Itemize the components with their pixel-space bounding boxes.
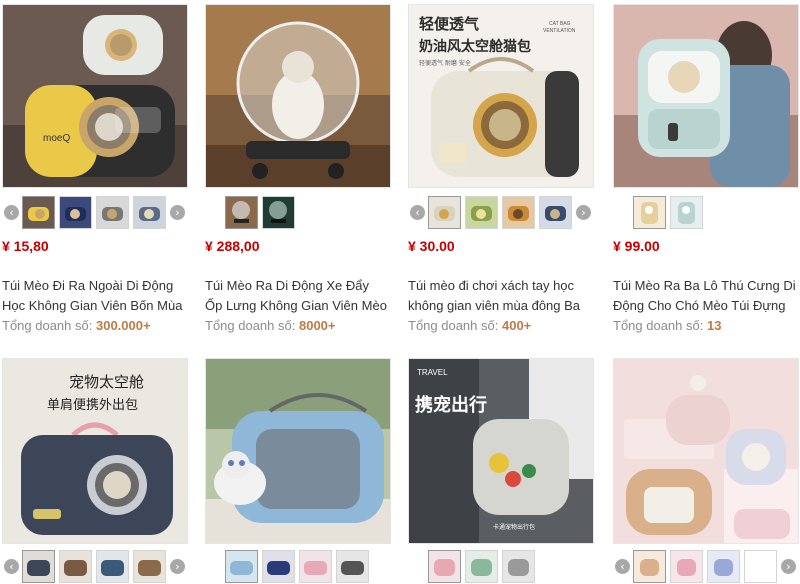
sales-label: Tổng doanh số: [205,318,296,333]
sales-value: 8000+ [298,318,336,333]
thumbnail[interactable] [707,550,740,583]
sales-value: 13 [706,318,722,333]
photo-tag: CAT BAG [549,21,571,27]
thumbnail[interactable] [670,550,703,583]
thumbnail[interactable] [428,196,461,229]
sales-count: Tổng doanh số: 300.000+ [2,318,151,333]
product-price: ¥ 15,80 [2,238,49,254]
sales-value: 400+ [501,318,532,333]
product-image[interactable]: moeQ [2,4,188,188]
product-title[interactable]: Túi Mèo Ra Di Động Xe Đẩy Ốp Lưng Không … [205,276,389,316]
photo-headline: 轻便透气 [419,15,479,33]
arrow-left-icon[interactable]: ‹ [615,559,630,574]
sales-label: Tổng doanh số: [408,318,499,333]
thumbnail[interactable] [133,196,166,229]
thumbnail[interactable] [744,550,777,583]
thumbnail-carousel [613,196,800,230]
arrow-right-icon[interactable]: › [781,559,796,574]
arrow-left-icon[interactable]: ‹ [4,205,19,220]
thumbnail[interactable] [502,550,535,583]
sales-count: Tổng doanh số: 8000+ [205,318,336,333]
thumbnail[interactable] [96,196,129,229]
product-image[interactable] [205,358,391,544]
photo-headline: 宠物太空舱 [69,373,144,391]
thumbnail[interactable] [299,550,332,583]
photo-caption: 轻便透气 耐磨 安全 [419,59,471,67]
thumbnail-carousel [205,550,393,584]
thumbnail[interactable] [22,196,55,229]
product-price: ¥ 288,00 [205,238,260,254]
thumbnail[interactable] [133,550,166,583]
arrow-right-icon[interactable]: › [576,205,591,220]
thumbnail[interactable] [465,550,498,583]
product-image[interactable]: TRAVEL 携宠出行 卡通宠物出行包 [408,358,594,544]
thumbnail[interactable] [225,550,258,583]
photo-headline: 携宠出行 [415,394,487,416]
thumbnail[interactable] [262,196,295,229]
product-image[interactable]: 宠物太空舱 单肩便携外出包 [2,358,188,544]
photo-tag: TRAVEL [417,368,448,377]
sales-value: 300.000+ [95,318,151,333]
thumbnail[interactable] [502,196,535,229]
photo-logo-text: moeQ [43,133,70,144]
sales-count: Tổng doanh số: 13 [613,318,721,333]
arrow-right-icon[interactable]: › [170,559,185,574]
thumbnail[interactable] [670,196,703,229]
product-title[interactable]: Túi Mèo Đi Ra Ngoài Di Động Học Không Gi… [2,276,186,316]
product-image[interactable] [613,4,799,188]
arrow-left-icon[interactable]: ‹ [4,559,19,574]
thumbnail[interactable] [633,550,666,583]
product-price: ¥ 30.00 [408,238,455,254]
arrow-right-icon[interactable]: › [170,205,185,220]
thumbnail[interactable] [336,550,369,583]
product-price: ¥ 99.00 [613,238,660,254]
photo-tag: VENTILATION [543,28,576,34]
thumbnail[interactable] [59,196,92,229]
arrow-left-icon[interactable]: ‹ [410,205,425,220]
sales-label: Tổng doanh số: [2,318,93,333]
product-title[interactable]: Túi Mèo Ra Ba Lô Thú Cưng Di Động Cho Ch… [613,276,797,316]
thumbnail[interactable] [225,196,258,229]
thumbnail[interactable] [59,550,92,583]
thumbnail[interactable] [428,550,461,583]
thumbnail[interactable] [465,196,498,229]
thumbnail[interactable] [96,550,129,583]
product-title[interactable]: Túi mèo đi chơi xách tay học không gian … [408,276,592,316]
photo-caption: 卡通宠物出行包 [493,523,535,531]
photo-subheadline: 单肩便携外出包 [47,397,138,413]
product-image[interactable]: 轻便透气 奶油风太空舱猫包 CAT BAG VENTILATION 轻便透气 耐… [408,4,594,188]
thumbnail-carousel [408,550,596,584]
photo-subheadline: 奶油风太空舱猫包 [419,38,531,55]
thumbnail-carousel: ‹ › [613,550,800,584]
thumbnail[interactable] [22,550,55,583]
thumbnail[interactable] [539,196,572,229]
thumbnail-carousel: ‹ › [408,196,596,230]
thumbnail-carousel [205,196,393,230]
sales-label: Tổng doanh số: [613,318,704,333]
thumbnail[interactable] [633,196,666,229]
product-image[interactable] [205,4,391,188]
thumbnail[interactable] [262,550,295,583]
sales-count: Tổng doanh số: 400+ [408,318,531,333]
thumbnail-carousel: ‹ › [2,196,190,230]
thumbnail-carousel: ‹ › [2,550,190,584]
product-image[interactable] [613,358,799,544]
